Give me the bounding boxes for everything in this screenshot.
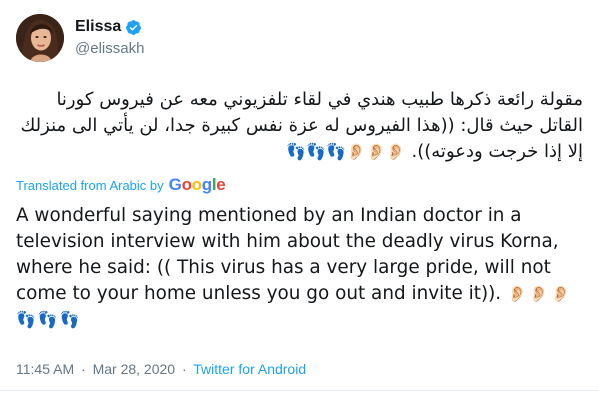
tweet-card: Elissa @elissakh مقولة رائعة ذكرها طبيب …	[0, 0, 599, 395]
display-name[interactable]: Elissa	[75, 17, 121, 37]
name-row: Elissa	[75, 17, 144, 37]
tweet-meta: 11:45 AM · Mar 28, 2020 · Twitter for An…	[16, 361, 306, 377]
translation-attribution: Translated from Arabic by Google	[16, 173, 583, 197]
arabic-emoji: 👂🏻👂🏻👂🏻👣👣👣	[286, 142, 406, 161]
google-logo: Google	[168, 175, 226, 194]
verified-badge-icon	[125, 19, 142, 36]
meta-separator: ·	[81, 361, 86, 377]
translated-label[interactable]: Translated from Arabic by	[16, 178, 164, 193]
arabic-line-3: إلا إذا خرجت ودعوته)).	[411, 141, 583, 162]
tweet-header: Elissa @elissakh	[16, 13, 583, 63]
tweet-date[interactable]: Mar 28, 2020	[93, 361, 176, 377]
tweet-text-translated: A wonderful saying mentioned by an India…	[16, 203, 583, 333]
tweet-text-arabic: مقولة رائعة ذكرها طبيب هندي في لقاء تلفز…	[16, 87, 584, 165]
tweet-time[interactable]: 11:45 AM	[16, 361, 74, 377]
divider	[0, 390, 599, 391]
arabic-line-1: مقولة رائعة ذكرها طبيب هندي في لقاء تلفز…	[56, 89, 583, 110]
meta-separator-2: ·	[181, 361, 187, 377]
tweet-source-link[interactable]: Twitter for Android	[193, 361, 306, 377]
translated-text: A wonderful saying mentioned by an India…	[16, 205, 559, 304]
arabic-line-2: القاتل حيث قال: ((هذا الفيروس له عزة نفس…	[20, 115, 584, 136]
arabic-line-3-row: إلا إذا خرجت ودعوته)). 👂🏻👂🏻👂🏻👣👣👣	[16, 139, 583, 165]
user-names: Elissa @elissakh	[75, 17, 144, 59]
user-handle[interactable]: @elissakh	[75, 39, 144, 59]
avatar[interactable]	[16, 14, 64, 62]
